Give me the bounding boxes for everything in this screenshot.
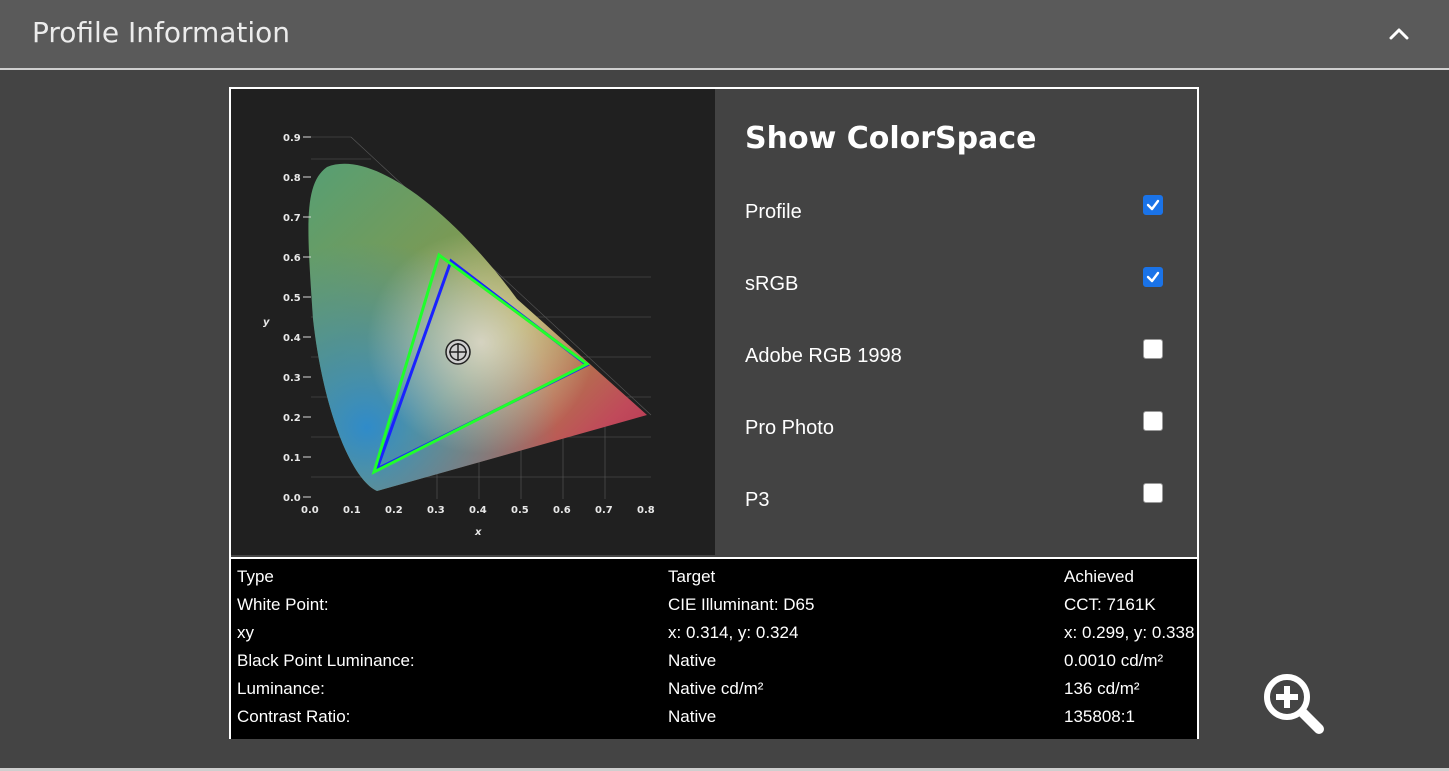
- x-tick-label: 0.3: [427, 505, 445, 516]
- profile-info-header[interactable]: Profile Information: [0, 0, 1449, 70]
- colorspace-panel: Show ColorSpace Profile sRGB Adobe RGB 1…: [715, 89, 1197, 555]
- cell-achieved: 0.0010 cd/m²: [1064, 651, 1164, 670]
- x-tick-label: 0.1: [343, 505, 361, 516]
- x-tick-label: 0.0: [301, 505, 319, 516]
- adobe-rgb-checkbox[interactable]: [1143, 339, 1163, 359]
- cell-achieved: CCT: 7161K: [1064, 595, 1156, 614]
- profile-checkbox[interactable]: [1143, 195, 1163, 215]
- y-tick-label: 0.8: [283, 173, 301, 184]
- header-achieved: Achieved: [1064, 567, 1134, 586]
- cell-type: Contrast Ratio:: [237, 707, 351, 726]
- y-tick-label: 0.2: [283, 413, 301, 424]
- cell-achieved: x: 0.299, y: 0.338: [1064, 623, 1195, 642]
- option-label: P3: [745, 489, 770, 511]
- y-tick-label: 0.7: [283, 213, 301, 224]
- table-header-row: Type Target Achieved: [231, 567, 1197, 595]
- cell-target: Native cd/m²: [668, 679, 764, 698]
- table-row: Black Point Luminance: Native 0.0010 cd/…: [231, 651, 1197, 679]
- spectral-locus: [308, 163, 648, 492]
- y-axis-label: y: [263, 317, 270, 328]
- check-icon: [1146, 271, 1160, 283]
- option-label: sRGB: [745, 273, 799, 295]
- x-axis-ticks: 0.0 0.1 0.2 0.3 0.4 0.5 0.6 0.7 0.8: [301, 505, 655, 516]
- table-row: White Point: CIE Illuminant: D65 CCT: 71…: [231, 595, 1197, 623]
- y-tick-label: 0.9: [283, 133, 301, 144]
- x-tick-label: 0.7: [595, 505, 613, 516]
- cell-target: Native: [668, 651, 717, 670]
- colorspace-title: Show ColorSpace: [745, 121, 1037, 156]
- cell-type: Black Point Luminance:: [237, 651, 415, 670]
- colorspace-option-profile[interactable]: Profile: [745, 195, 1169, 231]
- cell-type: White Point:: [237, 595, 329, 614]
- zoom-in-icon[interactable]: [1261, 671, 1325, 735]
- colorspace-option-pro-photo[interactable]: Pro Photo: [745, 411, 1169, 447]
- y-tick-label: 0.4: [283, 333, 301, 344]
- cell-target: Native: [668, 707, 717, 726]
- y-axis-ticks: 0.9 0.8 0.7 0.6 0.5 0.4 0.3 0.2 0.1 0.0: [283, 133, 301, 504]
- table-row: Contrast Ratio: Native 135808:1: [231, 707, 1197, 735]
- y-tick-label: 0.3: [283, 373, 301, 384]
- x-tick-label: 0.5: [511, 505, 529, 516]
- table-row: xy x: 0.314, y: 0.324 x: 0.299, y: 0.338: [231, 623, 1197, 651]
- colorspace-option-p3[interactable]: P3: [745, 483, 1169, 519]
- cell-achieved: 136 cd/m²: [1064, 679, 1140, 698]
- y-tick-label: 0.1: [283, 453, 301, 464]
- cell-type: xy: [237, 623, 254, 642]
- cell-type: Luminance:: [237, 679, 325, 698]
- option-label: Pro Photo: [745, 417, 834, 439]
- x-tick-label: 0.6: [553, 505, 571, 516]
- colorspace-option-adobe-rgb[interactable]: Adobe RGB 1998: [745, 339, 1169, 375]
- profile-info-table: Type Target Achieved White Point: CIE Il…: [231, 557, 1197, 739]
- cie-diagram-svg: 0.9 0.8 0.7 0.6 0.5 0.4 0.3 0.2 0.1 0.0 …: [263, 133, 655, 538]
- header-target: Target: [668, 567, 716, 586]
- x-axis-label: x: [474, 527, 482, 538]
- profile-panel: 0.9 0.8 0.7 0.6 0.5 0.4 0.3 0.2 0.1 0.0 …: [229, 87, 1199, 739]
- x-tick-label: 0.4: [469, 505, 487, 516]
- section-title: Profile Information: [32, 16, 291, 49]
- p3-checkbox[interactable]: [1143, 483, 1163, 503]
- y-tick-label: 0.5: [283, 293, 301, 304]
- srgb-checkbox[interactable]: [1143, 267, 1163, 287]
- y-tick-label: 0.0: [283, 493, 301, 504]
- check-icon: [1146, 199, 1160, 211]
- colorspace-option-srgb[interactable]: sRGB: [745, 267, 1169, 303]
- crosshair-icon: [445, 339, 471, 365]
- header-type: Type: [237, 567, 274, 586]
- cie-chromaticity-diagram: 0.9 0.8 0.7 0.6 0.5 0.4 0.3 0.2 0.1 0.0 …: [231, 89, 715, 555]
- y-tick-label: 0.6: [283, 253, 301, 264]
- x-tick-label: 0.8: [637, 505, 655, 516]
- cell-achieved: 135808:1: [1064, 707, 1135, 726]
- option-label: Adobe RGB 1998: [745, 345, 902, 367]
- option-label: Profile: [745, 201, 802, 223]
- chevron-up-icon[interactable]: [1387, 22, 1411, 46]
- table-row: Luminance: Native cd/m² 136 cd/m²: [231, 679, 1197, 707]
- cell-target: CIE Illuminant: D65: [668, 595, 815, 614]
- x-tick-label: 0.2: [385, 505, 403, 516]
- pro-photo-checkbox[interactable]: [1143, 411, 1163, 431]
- cell-target: x: 0.314, y: 0.324: [668, 623, 799, 642]
